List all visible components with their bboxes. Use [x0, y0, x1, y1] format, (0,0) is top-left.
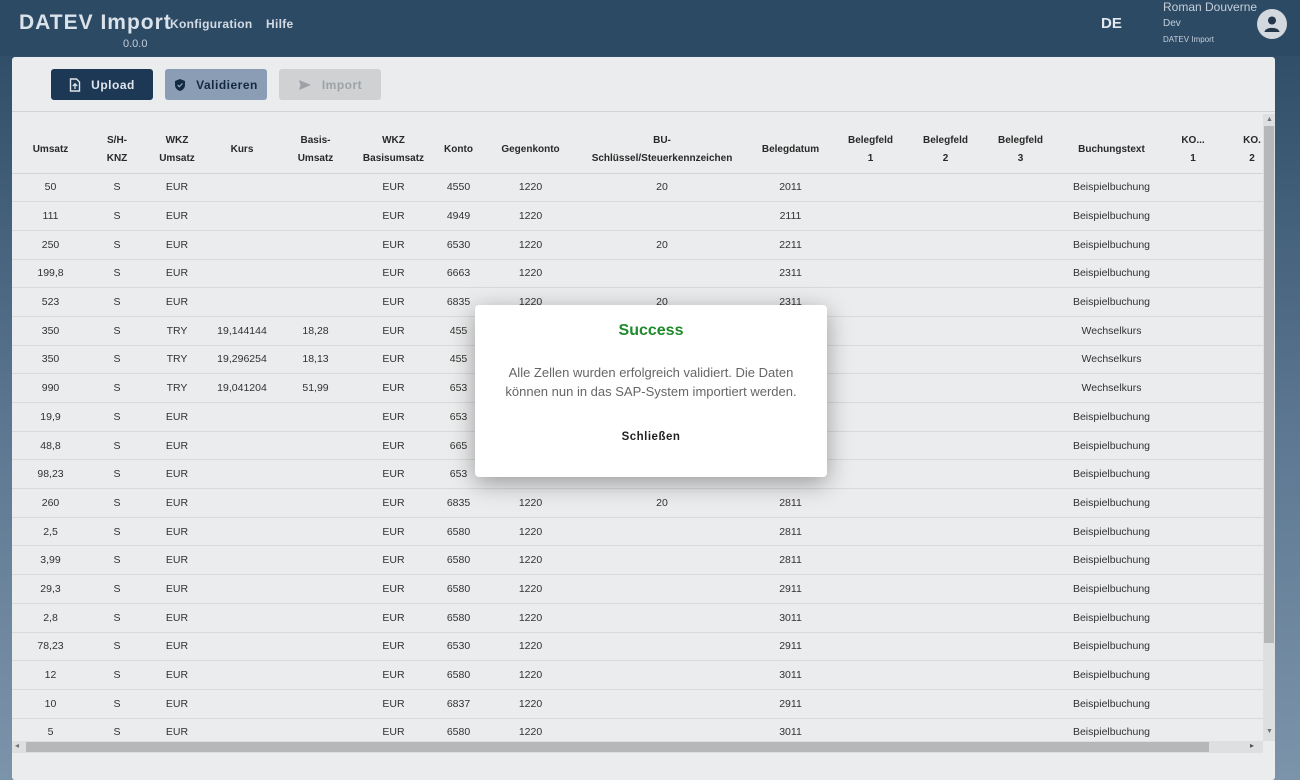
dialog-title: Success: [618, 322, 684, 339]
success-dialog: Success Alle Zellen wurden erfolgreich v…: [475, 305, 827, 477]
dialog-message: Alle Zellen wurden erfolgreich validiert…: [505, 365, 797, 399]
close-button[interactable]: Schließen: [607, 425, 695, 449]
